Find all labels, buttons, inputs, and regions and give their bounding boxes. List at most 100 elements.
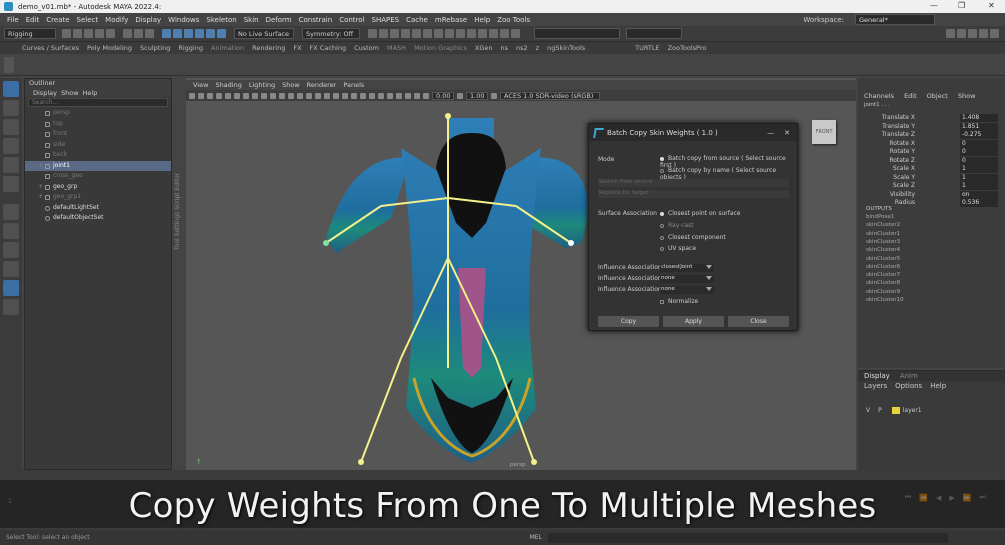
- shadows-icon[interactable]: [342, 92, 348, 99]
- open-scene-icon[interactable]: [73, 29, 82, 38]
- save-scene-icon[interactable]: [84, 29, 93, 38]
- shelf-tab-motion-graphics[interactable]: Motion Graphics: [414, 44, 467, 52]
- panel-layout-icon[interactable]: [946, 29, 955, 38]
- viewcube[interactable]: FRONT: [812, 120, 836, 144]
- outliner-menu-help[interactable]: Help: [83, 89, 98, 97]
- layer-menu-layers[interactable]: Layers: [864, 382, 887, 390]
- replace-target-field[interactable]: Replace for target: [598, 190, 789, 198]
- redo-icon[interactable]: [106, 29, 115, 38]
- menu-deform[interactable]: Deform: [266, 16, 292, 24]
- hik-icon[interactable]: [456, 29, 465, 38]
- shelf-tab-poly[interactable]: Poly Modeling: [87, 44, 132, 52]
- isolate-select-icon[interactable]: [387, 92, 393, 99]
- search-field[interactable]: [534, 28, 620, 39]
- attr-field-scale-z[interactable]: 1: [960, 182, 998, 190]
- attr-field-translate-z[interactable]: -0.275: [960, 131, 998, 139]
- select-hierarchy-icon[interactable]: [123, 29, 132, 38]
- shelf-menu-icon[interactable]: [4, 56, 14, 73]
- output-item[interactable]: bindPose1: [866, 214, 894, 220]
- output-item[interactable]: skinCluster8: [866, 280, 900, 286]
- xray-components-icon[interactable]: [414, 92, 420, 99]
- output-item[interactable]: skinCluster10: [866, 297, 904, 303]
- output-item[interactable]: skinCluster4: [866, 247, 900, 253]
- shelf-tab-zootoolspro[interactable]: ZooToolsPro: [668, 44, 707, 52]
- live-surface-field[interactable]: No Live Surface: [234, 28, 294, 39]
- undo-icon[interactable]: [95, 29, 104, 38]
- outliner-item-default-light-set[interactable]: defaultLightSet: [25, 203, 171, 214]
- bifrost-icon[interactable]: [478, 29, 487, 38]
- layer-name[interactable]: layer1: [903, 407, 922, 414]
- menu-create[interactable]: Create: [46, 16, 69, 24]
- colorspace-dropdown[interactable]: ACES 1.0 SDR-video (sRGB): [500, 91, 600, 100]
- exposure-icon[interactable]: [423, 92, 429, 99]
- select-tool-icon[interactable]: [3, 81, 19, 97]
- side-tabs-label[interactable]: Tool Settings Script Editor: [174, 80, 184, 250]
- field-chart-icon[interactable]: [261, 92, 267, 99]
- depth-of-field-icon[interactable]: [378, 92, 384, 99]
- render-icon[interactable]: [379, 29, 388, 38]
- menu-edit[interactable]: Edit: [26, 16, 40, 24]
- channels-menu-object[interactable]: Object: [927, 92, 948, 100]
- normalize-checkbox[interactable]: Normalize: [660, 298, 698, 305]
- viewport-menu-panels[interactable]: Panels: [343, 81, 364, 89]
- menu-modify[interactable]: Modify: [105, 16, 128, 24]
- tool-settings-toggle-icon[interactable]: [500, 29, 509, 38]
- expand-icon[interactable]: +: [38, 192, 43, 203]
- snap-curve-icon[interactable]: [173, 29, 182, 38]
- grid-icon[interactable]: [225, 92, 231, 99]
- menu-file[interactable]: File: [7, 16, 19, 24]
- xray-icon[interactable]: [396, 92, 402, 99]
- gate-mask-icon[interactable]: [252, 92, 258, 99]
- outliner-item-front[interactable]: front: [25, 129, 171, 140]
- wireframe-icon[interactable]: [288, 92, 294, 99]
- viewport-menu-show[interactable]: Show: [282, 81, 300, 89]
- tool-layout-icon[interactable]: [990, 29, 999, 38]
- output-item[interactable]: skinCluster5: [866, 256, 900, 262]
- render-setup-icon[interactable]: [423, 29, 432, 38]
- layer-tab-display[interactable]: Display: [864, 372, 890, 380]
- menu-select[interactable]: Select: [77, 16, 99, 24]
- expand-icon[interactable]: +: [38, 161, 43, 172]
- script-language-toggle[interactable]: MEL: [530, 534, 542, 541]
- shelf-tab-fx[interactable]: FX: [293, 44, 301, 52]
- influence-3-dropdown[interactable]: none: [660, 286, 714, 294]
- attr-field-scale-y[interactable]: 1: [960, 173, 998, 182]
- outliner-item-joint1[interactable]: + joint1: [25, 160, 171, 172]
- shelf-tab-rigging[interactable]: Rigging: [178, 44, 203, 52]
- default-material-icon[interactable]: [306, 92, 312, 99]
- lasso-tool-icon[interactable]: [3, 100, 19, 116]
- zoom-icon[interactable]: [3, 299, 19, 315]
- layer-row[interactable]: V P layer1: [858, 405, 1005, 415]
- shelf-tab-fx-caching[interactable]: FX Caching: [310, 44, 347, 52]
- layer-menu-options[interactable]: Options: [895, 382, 922, 390]
- color-management-icon[interactable]: [491, 92, 497, 99]
- menu-mrebase[interactable]: mRebase: [435, 16, 467, 24]
- menu-cache[interactable]: Cache: [406, 16, 428, 24]
- ambient-occlusion-icon[interactable]: [351, 92, 357, 99]
- shelf-tab-sculpting[interactable]: Sculpting: [140, 44, 170, 52]
- select-component-icon[interactable]: [145, 29, 154, 38]
- layout-two-icon[interactable]: [3, 242, 19, 258]
- surface-radio-closest-component[interactable]: Closest component: [660, 234, 726, 241]
- attr-field-translate-x[interactable]: 1.408: [960, 114, 998, 122]
- copy-button[interactable]: Copy: [598, 316, 659, 327]
- influence-1-dropdown[interactable]: closestJoint: [660, 264, 714, 272]
- menu-control[interactable]: Control: [339, 16, 364, 24]
- attr-field-rotate-y[interactable]: 0: [960, 148, 998, 156]
- menu-zoo-tools[interactable]: Zoo Tools: [497, 16, 530, 24]
- dialog-minimize-icon[interactable]: —: [767, 129, 774, 137]
- anti-aliasing-icon[interactable]: [369, 92, 375, 99]
- shelf-tab-z[interactable]: z: [536, 44, 539, 52]
- layout-four-icon[interactable]: [3, 223, 19, 239]
- new-scene-icon[interactable]: [62, 29, 71, 38]
- layer-color-swatch[interactable]: [891, 406, 900, 414]
- outliner-item-persp[interactable]: persp: [25, 108, 171, 119]
- maximize-icon[interactable]: ❐: [958, 1, 965, 10]
- surface-radio-uv-space[interactable]: UV space: [660, 245, 696, 252]
- bookmark-icon[interactable]: [207, 92, 213, 99]
- layout-single-icon[interactable]: [3, 204, 19, 220]
- channels-menu-channels[interactable]: Channels: [864, 92, 894, 100]
- layer-playback-toggle[interactable]: P: [878, 407, 882, 414]
- channels-menu-show[interactable]: Show: [958, 92, 976, 100]
- minimize-icon[interactable]: —: [930, 1, 938, 10]
